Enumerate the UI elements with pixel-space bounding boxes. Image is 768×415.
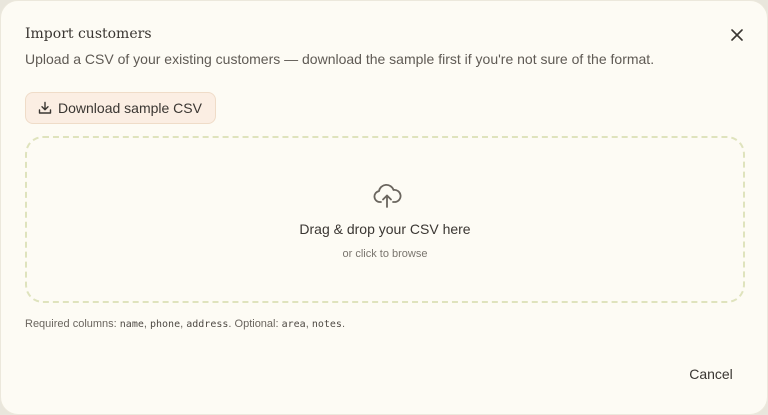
required-columns-label: Required columns: xyxy=(25,318,117,330)
download-sample-label: Download sample CSV xyxy=(58,100,202,116)
dropzone-subtitle: or click to browse xyxy=(342,248,428,260)
download-icon xyxy=(37,100,53,116)
cancel-button[interactable]: Cancel xyxy=(677,361,745,387)
column-area: area xyxy=(281,319,306,330)
close-button[interactable] xyxy=(725,23,749,47)
column-phone: phone xyxy=(150,319,181,330)
columns-hint: Required columns: name, phone, address. … xyxy=(25,318,345,330)
download-sample-button[interactable]: Download sample CSV xyxy=(25,92,216,124)
column-notes: notes xyxy=(311,319,342,330)
csv-dropzone[interactable]: Drag & drop your CSV here or click to br… xyxy=(25,136,745,303)
dropzone-title: Drag & drop your CSV here xyxy=(299,221,471,237)
import-customers-dialog: Import customers Upload a CSV of your ex… xyxy=(0,0,768,415)
cloud-upload-icon xyxy=(372,181,402,211)
dialog-subtitle: Upload a CSV of your existing customers … xyxy=(25,51,655,67)
optional-columns-label: Optional: xyxy=(234,318,279,330)
column-name: name xyxy=(119,319,144,330)
close-icon xyxy=(731,29,743,41)
column-address: address xyxy=(186,319,229,330)
dialog-title: Import customers xyxy=(25,26,152,42)
